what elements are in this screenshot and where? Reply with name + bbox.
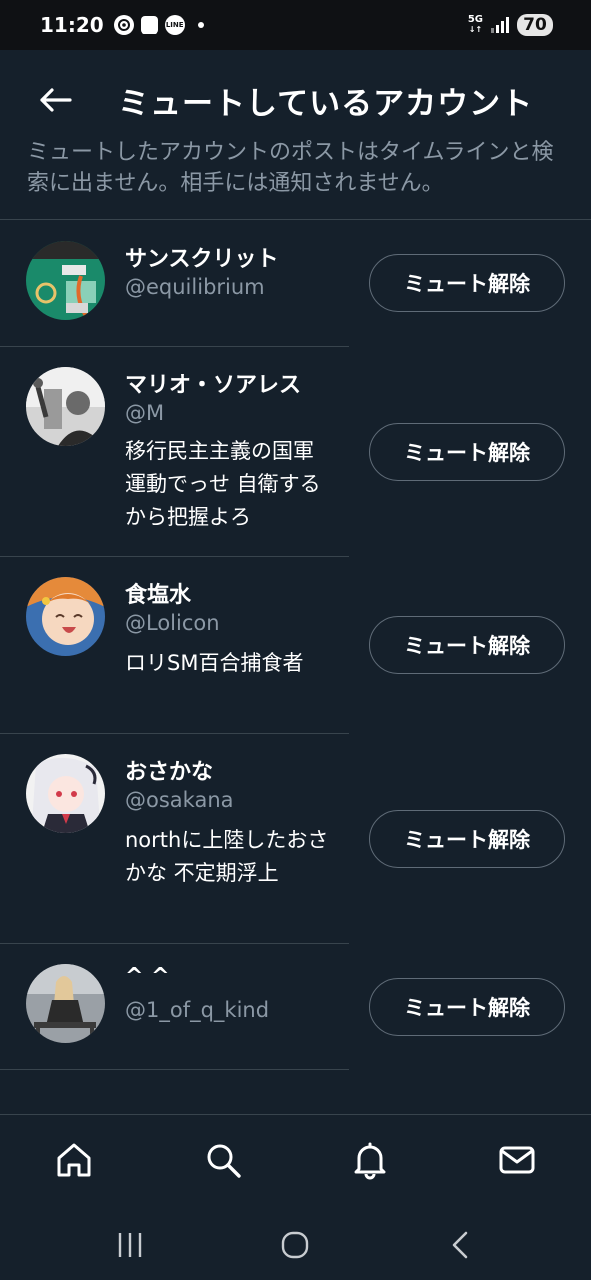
arrow-left-icon: [40, 88, 72, 112]
battery-indicator: 70: [517, 14, 553, 36]
account-row[interactable]: サンスクリット @equilibrium ミュート解除: [0, 221, 591, 347]
status-system-icons: 5G ↓↑ 70: [468, 14, 553, 36]
avatar[interactable]: [26, 754, 105, 833]
status-time: 11:20: [40, 13, 104, 37]
home-circle-icon: [281, 1231, 309, 1259]
status-bar: 11:20 LINE 5G ↓↑ 70: [0, 0, 591, 50]
home-icon: [57, 1143, 91, 1177]
mail-icon: [499, 1146, 535, 1174]
avatar[interactable]: [26, 367, 105, 446]
network-label: 5G: [467, 14, 483, 25]
account-name: 食塩水: [125, 583, 192, 608]
muted-account-list: サンスクリット @equilibrium ミュート解除 マリオ・ソアレス @M …: [0, 221, 591, 1070]
dot-icon: [197, 22, 204, 28]
back-button[interactable]: [36, 80, 76, 120]
shopping-bag-icon: [140, 16, 158, 34]
bell-icon: [354, 1142, 386, 1180]
line-app-icon: LINE: [164, 15, 185, 35]
page-title: ミュートしているアカウント: [118, 86, 534, 122]
account-row[interactable]: ^ ^ @1_of_q_kind ミュート解除: [0, 944, 591, 1070]
account-handle: @osakana: [125, 788, 234, 812]
account-name: マリオ・ソアレス: [125, 373, 302, 398]
account-handle: @1_of_q_kind: [125, 998, 270, 1022]
unmute-button[interactable]: ミュート解除: [369, 423, 565, 481]
search-icon: [207, 1144, 241, 1178]
avatar[interactable]: [26, 964, 105, 1043]
system-back-button[interactable]: [444, 1228, 478, 1262]
badge-icon: [113, 15, 134, 35]
account-name: サンスクリット: [125, 247, 279, 272]
network-indicator: 5G ↓↑: [467, 14, 483, 35]
unmute-button[interactable]: ミュート解除: [369, 978, 565, 1036]
status-notification-icons: LINE: [113, 15, 204, 35]
page-subtitle: ミュートしたアカウントのポストはタイムラインと検索に出ません。相手には通知されま…: [27, 140, 554, 196]
bottom-navigation: [0, 1114, 591, 1204]
nav-home[interactable]: [54, 1140, 94, 1180]
system-navigation-bar: [0, 1204, 591, 1280]
avatar[interactable]: [26, 577, 105, 656]
system-home-button[interactable]: [278, 1228, 312, 1262]
account-name: ^ ^: [125, 964, 170, 989]
row-divider: [0, 1069, 349, 1070]
account-handle: @Lolicon: [125, 611, 220, 635]
avatar[interactable]: [26, 241, 105, 320]
account-bio: ロリSM百合捕食者: [125, 651, 304, 675]
account-handle: @M: [125, 401, 165, 425]
account-name: おさかな: [125, 760, 214, 785]
account-row[interactable]: 食塩水 @Lolicon ロリSM百合捕食者 ミュート解除: [0, 557, 591, 734]
account-bio: 移行民主主義の国軍運動でっせ 自衛するから把握よろ: [125, 439, 321, 529]
recents-button[interactable]: [114, 1228, 148, 1262]
unmute-button[interactable]: ミュート解除: [369, 616, 565, 674]
recents-icon: [118, 1233, 142, 1257]
account-row[interactable]: おさかな @osakana northに上陸したおさかな 不定期浮上 ミュート解…: [0, 734, 591, 944]
unmute-button[interactable]: ミュート解除: [369, 254, 565, 312]
account-handle: @equilibrium: [125, 275, 265, 299]
signal-icon: [491, 17, 509, 33]
back-chevron-icon: [452, 1231, 468, 1259]
page-header: ミュートしているアカウント ミュートしたアカウントのポストはタイムラインと検索に…: [0, 50, 591, 220]
nav-messages[interactable]: [497, 1140, 537, 1180]
nav-search[interactable]: [203, 1140, 243, 1180]
nav-notifications[interactable]: [350, 1140, 390, 1180]
unmute-button[interactable]: ミュート解除: [369, 810, 565, 868]
account-bio: northに上陸したおさかな 不定期浮上: [125, 828, 329, 885]
account-row[interactable]: マリオ・ソアレス @M 移行民主主義の国軍運動でっせ 自衛するから把握よろ ミュ…: [0, 347, 591, 557]
